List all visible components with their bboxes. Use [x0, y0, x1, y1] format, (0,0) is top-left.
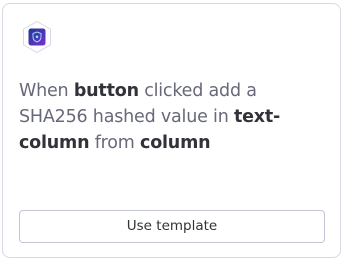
- template-card: When button clicked add a SHA256 hashed …: [2, 3, 341, 258]
- recipe-description: When button clicked add a SHA256 hashed …: [19, 78, 319, 156]
- recipe-text: from: [89, 133, 141, 153]
- recipe-source-field: column: [140, 133, 211, 153]
- hexagon-shield-icon: [20, 20, 54, 54]
- recipe-trigger-field: button: [73, 81, 139, 101]
- use-template-button[interactable]: Use template: [19, 210, 325, 243]
- recipe-text: When: [19, 81, 74, 101]
